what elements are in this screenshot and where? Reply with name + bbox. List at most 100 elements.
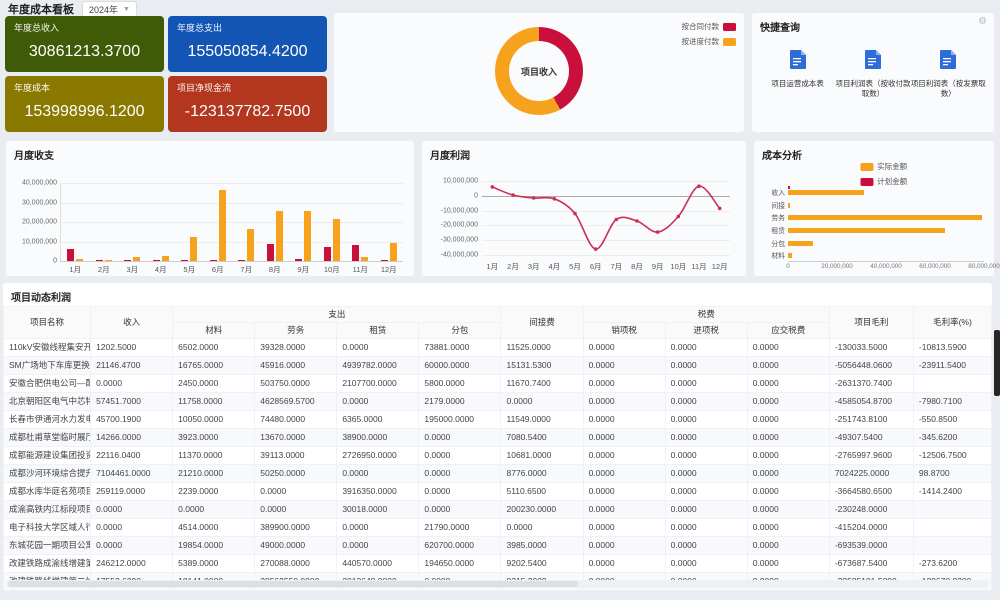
bar-orange-series bbox=[361, 257, 368, 261]
kpi-grid: 年度总收入30861213.3700年度总支出155050854.4200年度成… bbox=[5, 16, 327, 132]
x-axis-tick: 4月 bbox=[155, 264, 167, 275]
value-cell: 389900.0000 bbox=[255, 519, 337, 537]
value-cell: 11525.0000 bbox=[501, 339, 583, 357]
table-row[interactable]: 电子科技大学区域人行道及非机动0.00004514.0000389900.000… bbox=[4, 519, 992, 537]
col-margin: 毛利率(%) bbox=[913, 307, 991, 339]
table-row[interactable]: 110kV安徽线程集安开断线路工程1202.50006502.000039328… bbox=[4, 339, 992, 357]
x-axis-tick: 5月 bbox=[183, 264, 195, 275]
value-cell: 195000.0000 bbox=[419, 411, 501, 429]
value-cell: -23911.5400 bbox=[913, 357, 991, 375]
value-cell: 0.0000 bbox=[665, 375, 747, 393]
y-axis-tick: 0 bbox=[474, 192, 478, 199]
value-cell: 0.0000 bbox=[501, 393, 583, 411]
value-cell: 0.0000 bbox=[583, 357, 665, 375]
legend-item[interactable]: 实际金额 bbox=[860, 161, 907, 172]
value-cell: 0.0000 bbox=[747, 465, 829, 483]
table-row[interactable]: 东城花园一期项目公寓大堂 装饰工0.000019854.000049000.00… bbox=[4, 537, 992, 555]
value-cell: -5056448.0600 bbox=[829, 357, 913, 375]
value-cell: 2239.0000 bbox=[173, 483, 255, 501]
sub-column-header: 材料 bbox=[173, 323, 255, 339]
value-cell: 2107700.0000 bbox=[337, 375, 419, 393]
bar-orange-series bbox=[247, 229, 254, 261]
value-cell: 0.0000 bbox=[747, 429, 829, 447]
x-axis-tick: 6月 bbox=[590, 261, 602, 272]
table-row[interactable]: 成都沙河环境综合提升改造运河系7104461.000021210.0000502… bbox=[4, 465, 992, 483]
vertical-scrollbar-thumb[interactable] bbox=[994, 330, 1000, 396]
bar-orange-series bbox=[162, 256, 169, 261]
kpi-card[interactable]: 年度总支出155050854.4200 bbox=[168, 16, 327, 72]
value-cell: -251743.8100 bbox=[829, 411, 913, 429]
kpi-card[interactable]: 年度成本153998996.1200 bbox=[5, 76, 164, 132]
table-row[interactable]: 长春市伊通河水力发电厂改建工程45700.190010050.000074480… bbox=[4, 411, 992, 429]
x-axis-tick: 5月 bbox=[569, 261, 581, 272]
kpi-card[interactable]: 年度总收入30861213.3700 bbox=[5, 16, 164, 72]
year-select[interactable]: 2024年 ▼ bbox=[82, 1, 137, 18]
col-indirect: 间接费 bbox=[501, 307, 583, 339]
table-row[interactable]: 成都杜甫草堂临时展厅独立展相务14266.00003923.000013670.… bbox=[4, 429, 992, 447]
legend-item[interactable]: 按进度付款 bbox=[682, 36, 737, 47]
value-cell: -12506.7500 bbox=[913, 447, 991, 465]
kpi-card[interactable]: 项目净现金流-123137782.7500 bbox=[168, 76, 327, 132]
table-row[interactable]: 成都水库华庭名苑项目一标段259119.00002239.00000.00003… bbox=[4, 483, 992, 501]
x-axis-tick: 20,000,000 bbox=[821, 263, 853, 270]
value-cell: 2179.0000 bbox=[419, 393, 501, 411]
project-name-cell: 成都水库华庭名苑项目一标段 bbox=[4, 483, 91, 501]
x-axis-tick: 3月 bbox=[126, 264, 138, 275]
col-project-name: 项目名称 bbox=[4, 307, 91, 339]
col-group-tax: 税费 bbox=[583, 307, 829, 323]
x-axis-tick: 80,000,000 bbox=[968, 263, 1000, 270]
donut-chart: 项目收入 bbox=[495, 27, 583, 115]
value-cell: 620700.0000 bbox=[419, 537, 501, 555]
value-cell: 4939782.0000 bbox=[337, 357, 419, 375]
quick-query-item[interactable]: 项目利润表（按发票取数） bbox=[911, 50, 986, 99]
horizontal-scrollbar-thumb[interactable] bbox=[8, 581, 578, 587]
category-label: 劳务 bbox=[771, 212, 785, 222]
table-row[interactable]: SM广场地下车库更换摄像机及硬21146.470016765.000045916… bbox=[4, 357, 992, 375]
value-cell: 0.0000 bbox=[91, 519, 173, 537]
value-cell: 5800.0000 bbox=[419, 375, 501, 393]
table-row[interactable]: 安徽合肥供电公司—配电设备检修0.00002450.0000503750.000… bbox=[4, 375, 992, 393]
table-row[interactable]: 北京朝阳区电气中芯特气系统之G57451.700011758.000046285… bbox=[4, 393, 992, 411]
kpi-value: 30861213.3700 bbox=[14, 43, 155, 61]
value-cell: 6365.0000 bbox=[337, 411, 419, 429]
table-row[interactable]: 成渝高铁内江标段项目0.00000.00000.000030018.00000.… bbox=[4, 501, 992, 519]
horizontal-scrollbar[interactable] bbox=[6, 580, 989, 588]
x-axis-tick: 7月 bbox=[240, 264, 252, 275]
value-cell: 5110.6500 bbox=[501, 483, 583, 501]
value-cell: 7024225.0000 bbox=[829, 465, 913, 483]
bar-orange-series bbox=[133, 257, 140, 261]
value-cell: 11549.0000 bbox=[501, 411, 583, 429]
table-row[interactable]: 改建铁路成渝线增建第二直通线（246212.00005389.000027008… bbox=[4, 555, 992, 573]
kpi-value: 155050854.4200 bbox=[177, 43, 318, 61]
bar-orange-series bbox=[333, 219, 340, 261]
table-row[interactable]: 成都能源建设集团投资有限公司验22116.040011370.000039113… bbox=[4, 447, 992, 465]
value-cell: 0.0000 bbox=[337, 519, 419, 537]
value-cell: -7980.7100 bbox=[913, 393, 991, 411]
value-cell: 0.0000 bbox=[665, 393, 747, 411]
monthly-inout-title: 月度收支 bbox=[6, 141, 414, 164]
sub-column-header: 租赁 bbox=[337, 323, 419, 339]
project-profit-table-panel: 项目动态利润 项目名称 收入 支出 间接费 税费 项目毛利 毛利率(%) 材料劳… bbox=[2, 282, 993, 590]
x-axis-tick: 7月 bbox=[610, 261, 622, 272]
value-cell: 0.0000 bbox=[747, 519, 829, 537]
gridline bbox=[482, 255, 730, 256]
value-cell: 39113.0000 bbox=[255, 447, 337, 465]
project-name-cell: 长春市伊通河水力发电厂改建工程 bbox=[4, 411, 91, 429]
value-cell: 0.0000 bbox=[583, 393, 665, 411]
value-cell: 3916350.0000 bbox=[337, 483, 419, 501]
hbar-实际金额 bbox=[788, 215, 982, 220]
x-axis-tick: 40,000,000 bbox=[870, 263, 902, 270]
project-name-cell: 成都能源建设集团投资有限公司验 bbox=[4, 447, 91, 465]
legend-item[interactable]: 按合同付款 bbox=[682, 21, 737, 32]
value-cell: 3923.0000 bbox=[173, 429, 255, 447]
value-cell: 5389.0000 bbox=[173, 555, 255, 573]
gear-icon[interactable]: ⚙ bbox=[978, 16, 987, 27]
project-name-cell: 成渝高铁内江标段项目 bbox=[4, 501, 91, 519]
quick-query-item[interactable]: 项目利润表（按收付款取数） bbox=[835, 50, 910, 99]
x-axis-tick: 2月 bbox=[507, 261, 519, 272]
table-title: 项目动态利润 bbox=[3, 283, 992, 306]
quick-query-item[interactable]: 项目运营成本表 bbox=[760, 50, 835, 99]
category-label: 分包 bbox=[771, 238, 785, 248]
value-cell: 0.0000 bbox=[337, 537, 419, 555]
x-axis-tick: 9月 bbox=[297, 264, 309, 275]
